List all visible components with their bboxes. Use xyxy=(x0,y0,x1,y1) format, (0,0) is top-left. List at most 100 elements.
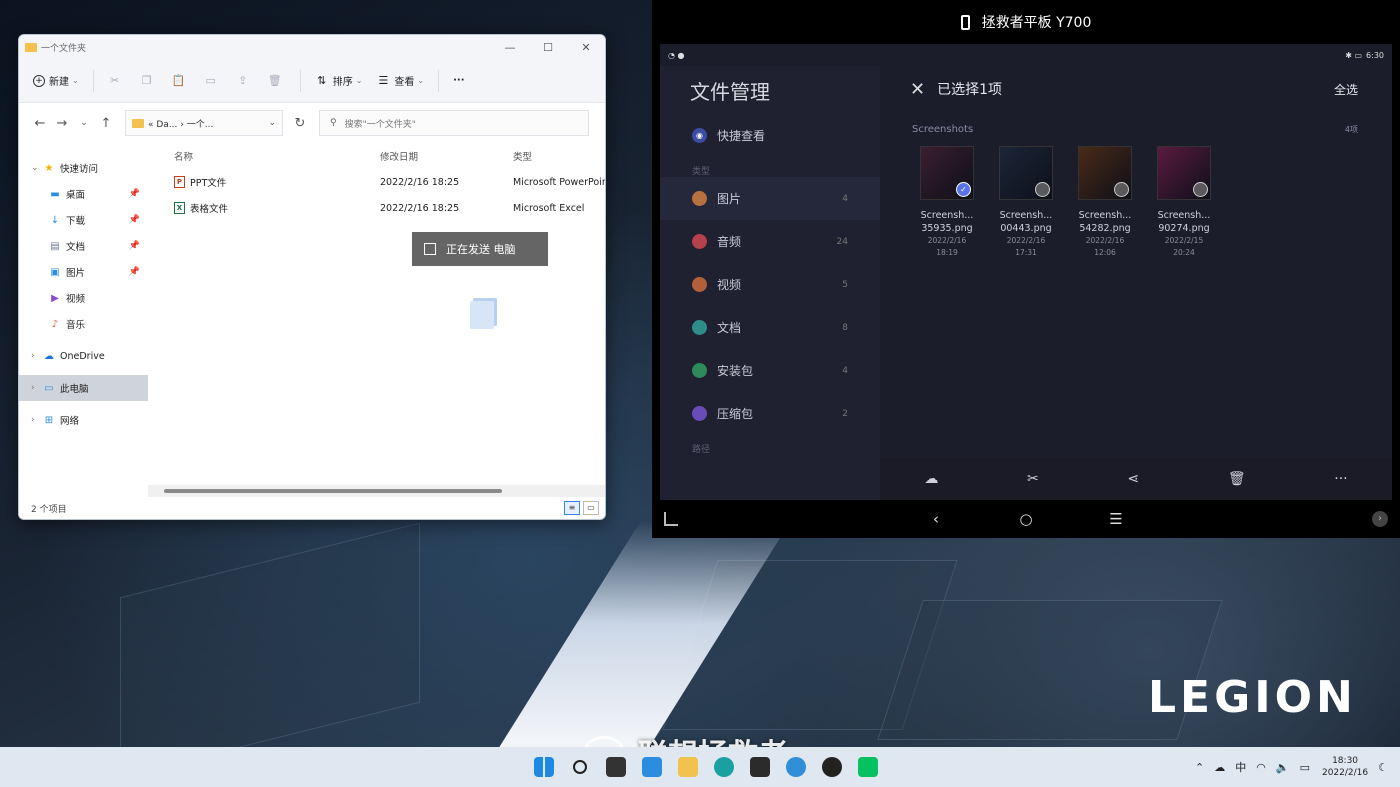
column-type[interactable]: 类型 xyxy=(513,149,605,163)
back-icon[interactable]: ‹ xyxy=(891,510,981,528)
quick-view-item[interactable]: ◉ 快捷查看 xyxy=(660,114,880,157)
column-name[interactable]: 名称 xyxy=(148,149,380,163)
notification-icon[interactable]: ☾ xyxy=(1378,761,1388,774)
wechat-icon[interactable] xyxy=(850,747,886,787)
select-all-button[interactable]: 全选 xyxy=(1334,81,1358,98)
back-arrow-icon[interactable]: ← xyxy=(29,116,51,131)
view-button[interactable]: ☰ 查看 ⌄ xyxy=(376,73,424,88)
close-selection-icon[interactable]: ✕ xyxy=(910,79,925,100)
volume-icon[interactable]: 🔈 xyxy=(1276,761,1290,774)
unchecked-icon[interactable] xyxy=(1193,182,1208,197)
xbox-icon[interactable] xyxy=(814,747,850,787)
screenshot-thumbnail[interactable]: ✓ Screensh... 35935.png 2022/2/16 18:19 xyxy=(912,146,982,259)
explorer-icon[interactable] xyxy=(670,747,706,787)
minimize-button[interactable]: — xyxy=(491,41,529,54)
cut-button[interactable]: ✂ xyxy=(108,74,126,88)
category-count: 2 xyxy=(842,408,848,419)
sidebar-item[interactable]: ▣ 图片 📌 xyxy=(19,259,148,285)
category-item[interactable]: 安装包 4 xyxy=(660,349,880,392)
sidebar-item-label: 图片 xyxy=(66,268,86,279)
rename-button[interactable]: ▭ xyxy=(204,74,222,88)
sidebar-item[interactable]: › ⊞ 网络 xyxy=(19,407,148,433)
category-count: 8 xyxy=(842,322,848,333)
start-icon[interactable] xyxy=(526,747,562,787)
tablet-icon xyxy=(960,14,970,30)
screenshot-thumbnail[interactable]: Screensh... 54282.png 2022/2/16 12:06 xyxy=(1070,146,1140,259)
maximize-button[interactable]: ☐ xyxy=(529,41,567,54)
clock[interactable]: 18:30 2022/2/16 xyxy=(1322,755,1368,779)
sidebar-item-label: 网络 xyxy=(60,416,80,427)
horizontal-scrollbar[interactable] xyxy=(148,485,605,497)
sidebar-item[interactable]: ▤ 文档 📌 xyxy=(19,233,148,259)
sidebar-item[interactable]: › ☁ OneDrive xyxy=(19,343,148,369)
thumbnail-image xyxy=(999,146,1053,200)
tiles-view-icon[interactable]: ▭ xyxy=(583,501,599,515)
expand-chevron-icon[interactable]: › xyxy=(31,415,43,425)
app-glyph xyxy=(714,757,734,777)
share-icon[interactable]: ⋖ xyxy=(1127,471,1139,487)
delete-button[interactable]: 🗑 xyxy=(268,74,286,88)
screenshot-thumbnail[interactable]: Screensh... 90274.png 2022/2/15 20:24 xyxy=(1149,146,1219,259)
edge-icon[interactable] xyxy=(706,747,742,787)
sidebar-item[interactable]: ⌄ ★ 快速访问 xyxy=(19,155,148,181)
category-item[interactable]: 压缩包 2 xyxy=(660,392,880,435)
category-item[interactable]: 文档 8 xyxy=(660,306,880,349)
more-icon[interactable]: ··· xyxy=(1334,471,1347,487)
recent-chevron-icon[interactable]: ⌄ xyxy=(73,118,95,128)
copy-button[interactable]: ❐ xyxy=(140,74,158,88)
cut-icon[interactable]: ✂ xyxy=(1027,471,1039,487)
home-icon[interactable]: ○ xyxy=(981,510,1071,528)
share-button[interactable]: ⇪ xyxy=(236,74,254,88)
sidebar-item[interactable]: ▶ 视频 xyxy=(19,285,148,311)
checked-icon[interactable]: ✓ xyxy=(956,182,971,197)
file-row[interactable]: X 表格文件 2022/2/16 18:25 Microsoft Excel xyxy=(148,195,605,221)
search-icon[interactable] xyxy=(562,747,598,787)
paste-button[interactable]: 📋 xyxy=(172,74,190,88)
close-button[interactable]: ✕ xyxy=(567,41,605,54)
fullscreen-icon[interactable] xyxy=(664,512,678,526)
address-dropdown-icon[interactable]: ⌄ xyxy=(268,118,276,128)
up-arrow-icon[interactable]: ↑ xyxy=(95,116,117,131)
details-view-icon[interactable]: ≡ xyxy=(564,501,580,515)
sidebar-item[interactable]: ▬ 桌面 📌 xyxy=(19,181,148,207)
search-input[interactable]: ⚲ 搜索"一个文件夹" xyxy=(319,110,589,136)
store-icon[interactable] xyxy=(742,747,778,787)
upload-icon[interactable]: ☁ xyxy=(924,471,938,487)
sidebar-item[interactable]: ♪ 音乐 xyxy=(19,311,148,337)
expand-arrow-icon[interactable]: › xyxy=(1372,511,1388,527)
expand-chevron-icon[interactable]: › xyxy=(31,383,43,393)
input-language[interactable]: 中 xyxy=(1235,759,1246,775)
delete-icon[interactable]: 🗑 xyxy=(1228,471,1246,487)
address-bar[interactable]: « Da... › 一个... ⌄ xyxy=(125,110,283,136)
unchecked-icon[interactable] xyxy=(1035,182,1050,197)
thumbnail-name-suffix: 35935.png xyxy=(921,223,973,234)
sidebar-item[interactable]: › ▭ 此电脑 xyxy=(19,375,148,401)
forward-arrow-icon[interactable]: → xyxy=(51,116,73,131)
taskview-icon[interactable] xyxy=(598,747,634,787)
category-item[interactable]: 图片 4 xyxy=(660,177,880,220)
screenshot-thumbnail[interactable]: Screensh... 00443.png 2022/2/16 17:31 xyxy=(991,146,1061,259)
file-row[interactable]: P PPT文件 2022/2/16 18:25 Microsoft PowerPoin… xyxy=(148,169,605,195)
sidebar-item[interactable]: ↓ 下载 📌 xyxy=(19,207,148,233)
share-icon: ⇪ xyxy=(238,74,248,87)
category-item[interactable]: 视频 5 xyxy=(660,263,880,306)
expand-chevron-icon[interactable]: ⌄ xyxy=(31,163,43,173)
tray-chevron-icon[interactable]: ⌃ xyxy=(1195,761,1204,774)
more-button[interactable]: ··· xyxy=(453,75,464,86)
expand-chevron-icon[interactable]: › xyxy=(31,351,43,361)
new-button[interactable]: + 新建 ⌄ xyxy=(33,73,79,88)
category-item[interactable]: 音频 24 xyxy=(660,220,880,263)
browser-icon[interactable] xyxy=(778,747,814,787)
sort-button[interactable]: ⇅ 排序 ⌄ xyxy=(315,73,362,88)
widgets-icon[interactable] xyxy=(634,747,670,787)
refresh-icon[interactable]: ↻ xyxy=(289,116,311,131)
unchecked-icon[interactable] xyxy=(1114,182,1129,197)
thumbnail-time: 12:06 xyxy=(1094,248,1116,257)
wifi-icon[interactable]: ◠ xyxy=(1256,761,1266,774)
recents-icon[interactable]: ☰ xyxy=(1071,510,1161,528)
thumbnail-date: 2022/2/16 xyxy=(927,236,967,245)
clock-date: 2022/2/16 xyxy=(1321,768,1369,778)
column-date[interactable]: 修改日期 xyxy=(380,149,513,163)
battery-icon[interactable]: ▭ xyxy=(1300,761,1310,774)
onedrive-icon[interactable]: ☁ xyxy=(1214,761,1225,774)
